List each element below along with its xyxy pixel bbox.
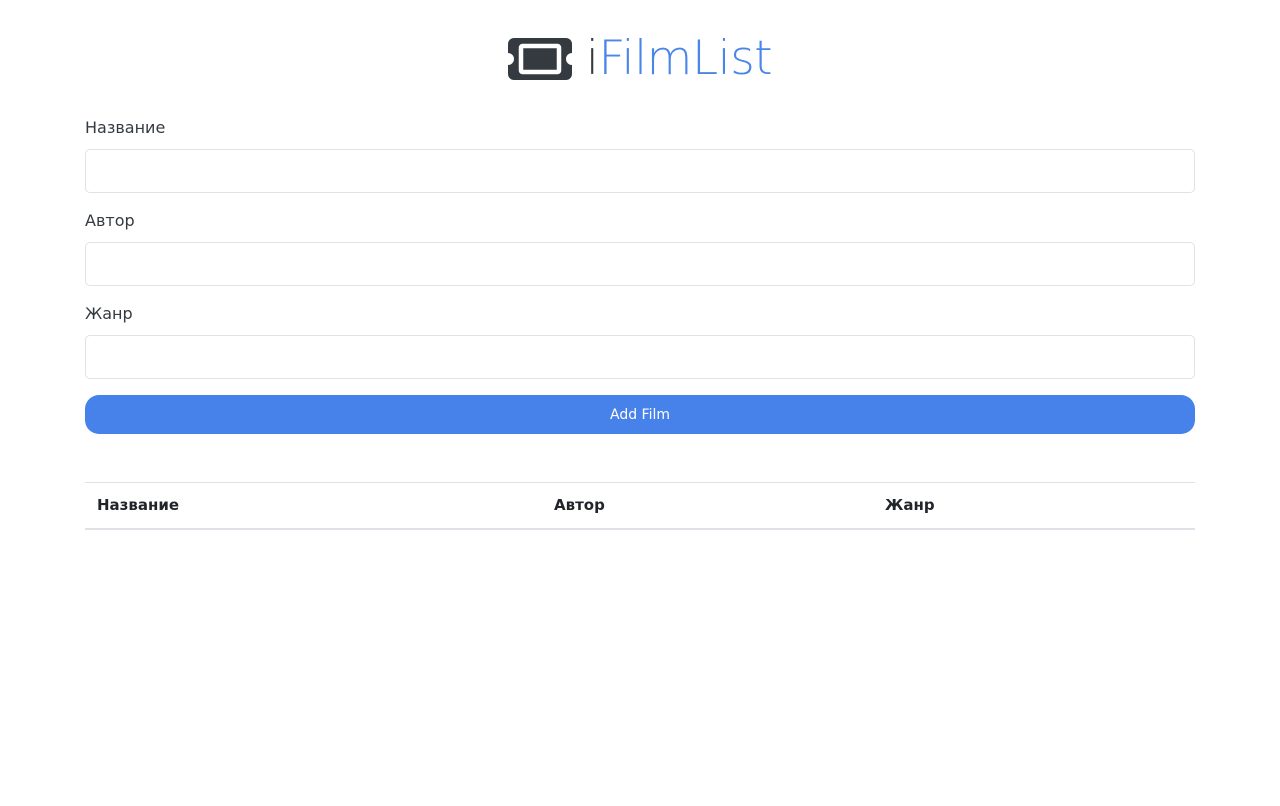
author-input[interactable]	[85, 242, 1195, 286]
brand-logo: iFilmList	[507, 31, 773, 87]
column-header-genre: Жанр	[885, 496, 935, 515]
add-film-button[interactable]: Add Film	[85, 395, 1195, 434]
author-field-group: Автор	[85, 211, 1195, 286]
app-container: iFilmList Название Автор Жанр Add Film Н…	[85, 0, 1195, 530]
brand-prefix: i	[585, 31, 599, 86]
column-header-title: Название	[97, 496, 180, 515]
title-label: Название	[85, 118, 166, 137]
films-table-wrapper: Название Автор Жанр	[85, 482, 1195, 530]
genre-input[interactable]	[85, 335, 1195, 379]
brand-title: iFilmList	[585, 31, 773, 87]
genre-label: Жанр	[85, 304, 133, 323]
title-input[interactable]	[85, 149, 1195, 193]
add-film-form: Название Автор Жанр Add Film	[85, 118, 1195, 434]
app-header: iFilmList	[85, 0, 1195, 118]
films-table: Название Автор Жанр	[85, 482, 1195, 530]
table-header-row: Название Автор Жанр	[85, 482, 1195, 529]
ticket-icon	[507, 38, 572, 80]
table-header: Название Автор Жанр	[85, 482, 1195, 529]
title-field-group: Название	[85, 118, 1195, 193]
author-label: Автор	[85, 211, 135, 230]
genre-field-group: Жанр	[85, 304, 1195, 379]
brand-name: FilmList	[598, 31, 773, 86]
column-header-author: Автор	[554, 496, 605, 515]
